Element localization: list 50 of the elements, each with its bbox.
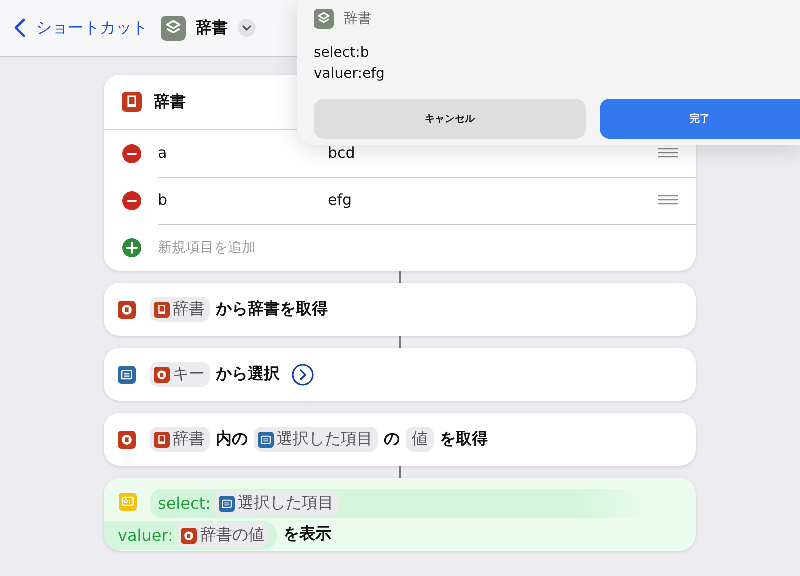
cancel-button[interactable]: キャンセル xyxy=(314,99,586,139)
done-button[interactable]: 完了 xyxy=(600,99,800,139)
chevron-left-icon xyxy=(14,18,26,38)
layers-icon xyxy=(314,9,334,29)
variable-label: valuer: xyxy=(118,526,174,545)
list-icon xyxy=(218,496,235,512)
variable-token[interactable]: 辞書の値 xyxy=(177,523,270,548)
remove-icon[interactable] xyxy=(122,144,142,164)
action-text: から選択 xyxy=(216,364,280,385)
dictionary-icon xyxy=(154,366,170,382)
variable-token[interactable]: 辞書 xyxy=(150,297,210,322)
book-icon xyxy=(154,302,170,318)
action-text: を取得 xyxy=(440,429,488,450)
variable-band[interactable]: valuer: 辞書の値 xyxy=(104,521,278,550)
dialog-title: 辞書 xyxy=(344,10,372,28)
variable-token[interactable]: キー xyxy=(150,362,210,387)
message-icon xyxy=(119,493,137,511)
variable-label: select: xyxy=(158,494,211,513)
expand-icon[interactable] xyxy=(292,364,314,386)
dropdown-icon[interactable] xyxy=(238,19,256,37)
drag-handle-icon[interactable] xyxy=(658,148,678,158)
action-text: から辞書を取得 xyxy=(216,299,328,320)
layers-icon[interactable] xyxy=(161,16,186,40)
value-field[interactable]: efg xyxy=(328,191,658,209)
list-icon xyxy=(258,432,274,448)
shortcut-title[interactable]: 辞書 xyxy=(196,18,228,38)
message-text: valuer:efg xyxy=(314,65,386,84)
dictionary-icon xyxy=(181,528,198,544)
message-text: select:b xyxy=(314,44,370,63)
action-title: 辞書 xyxy=(154,92,186,112)
variable-token[interactable]: 選択した項目 xyxy=(254,427,378,452)
variable-token[interactable]: 値 xyxy=(406,427,434,452)
key-field[interactable]: a xyxy=(158,144,328,162)
action-text: を表示 xyxy=(283,524,332,544)
dictionary-icon xyxy=(118,300,136,318)
back-label[interactable]: ショートカット xyxy=(36,18,148,38)
variable-token[interactable]: 選択した項目 xyxy=(214,491,339,516)
variable-token[interactable]: 辞書 xyxy=(150,427,210,452)
book-icon xyxy=(154,432,170,448)
value-field[interactable]: bcd xyxy=(328,144,658,162)
action-text: 内の xyxy=(216,429,248,450)
drag-handle-icon[interactable] xyxy=(658,195,678,205)
add-icon[interactable] xyxy=(122,238,142,258)
list-icon xyxy=(118,366,136,384)
book-icon xyxy=(122,92,142,112)
key-field[interactable]: b xyxy=(158,191,328,209)
dictionary-icon xyxy=(118,430,136,448)
action-text: の xyxy=(384,429,400,450)
back-button[interactable]: ショートカット xyxy=(14,18,148,38)
remove-icon[interactable] xyxy=(122,190,142,210)
